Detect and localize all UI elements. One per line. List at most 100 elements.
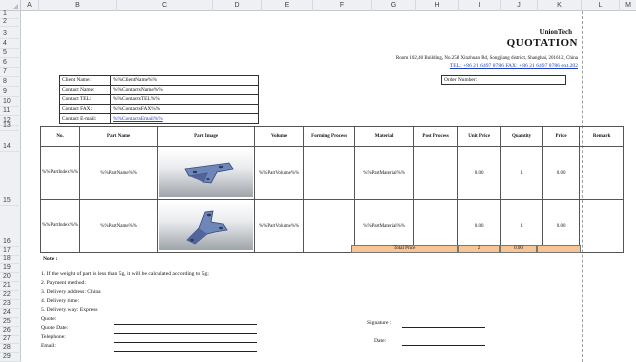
- remark-cell[interactable]: [579, 146, 625, 200]
- total-quantity[interactable]: 2: [458, 245, 500, 253]
- row-header[interactable]: 4: [0, 39, 21, 49]
- client-name-value[interactable]: %%ClientName%%: [110, 75, 259, 86]
- row-header[interactable]: 11: [0, 107, 21, 116]
- row-header[interactable]: 5: [0, 49, 21, 58]
- row-header[interactable]: 3: [0, 27, 21, 39]
- col-header-part-name[interactable]: Part Name: [79, 126, 159, 147]
- email-field[interactable]: [114, 351, 257, 352]
- total-price-row: Total Price 2 0.00: [351, 245, 581, 253]
- row-header[interactable]: 16: [0, 206, 21, 247]
- forming-process-cell[interactable]: [303, 199, 356, 253]
- client-name-label[interactable]: Client Name:: [59, 75, 111, 86]
- row-header[interactable]: 27: [0, 335, 21, 344]
- column-header-j[interactable]: J: [501, 0, 538, 11]
- date-label: Date:: [374, 338, 387, 344]
- quote-field[interactable]: [114, 324, 257, 325]
- row-header[interactable]: 9: [0, 87, 21, 97]
- part-volume-cell[interactable]: %%PartVolume%%: [254, 199, 305, 253]
- row-header[interactable]: 8: [0, 77, 21, 87]
- col-header-price[interactable]: Price: [542, 126, 581, 147]
- row-header[interactable]: 25: [0, 318, 21, 327]
- email-label: Email:: [41, 343, 56, 349]
- unit-price-cell[interactable]: 0.00: [457, 146, 502, 200]
- total-price-label[interactable]: Total Price: [351, 245, 458, 253]
- contact-email-link[interactable]: %%ContactsEmail%%: [110, 113, 259, 124]
- column-header-g[interactable]: G: [372, 0, 416, 11]
- row-header[interactable]: 21: [0, 282, 21, 291]
- row-header[interactable]: 15: [0, 152, 21, 206]
- telephone-field[interactable]: [114, 342, 257, 343]
- row-header[interactable]: 14: [0, 131, 21, 152]
- column-header-bar: A B C D E F G H I J K L M: [0, 0, 636, 11]
- signature-label: Signature :: [367, 320, 392, 326]
- column-header-m[interactable]: M: [620, 0, 636, 11]
- col-header-post-process[interactable]: Post Process: [413, 126, 459, 147]
- note-item: 4. Delivery time:: [41, 298, 80, 304]
- row-header[interactable]: 10: [0, 97, 21, 107]
- column-header-a[interactable]: A: [21, 0, 39, 11]
- total-remark-cell[interactable]: [537, 245, 581, 253]
- date-field[interactable]: [402, 345, 485, 346]
- company-phone-link[interactable]: TEL: +86 21 6497 8786 FAX: +86 21 6497 8…: [450, 63, 578, 69]
- row-header[interactable]: 6: [0, 58, 21, 68]
- column-header-i[interactable]: I: [459, 0, 501, 11]
- parts-table: No. Part Name Part Image Volume Forming …: [39, 126, 625, 253]
- signature-field[interactable]: [402, 327, 485, 328]
- post-process-cell[interactable]: [413, 146, 459, 200]
- total-price-value[interactable]: 0.00: [500, 245, 537, 253]
- quote-label: Quote:: [41, 316, 57, 322]
- col-header-no[interactable]: No.: [39, 126, 81, 147]
- note-item: 5. Delivery way: Express: [41, 307, 98, 313]
- contact-email-label[interactable]: Contact E-mail:: [59, 113, 111, 124]
- column-header-b[interactable]: B: [39, 0, 117, 11]
- row-header[interactable]: 18: [0, 255, 21, 264]
- part-volume-cell[interactable]: %%PartVolume%%: [254, 146, 305, 200]
- row-header[interactable]: 7: [0, 68, 21, 77]
- telephone-label: Telephone:: [41, 334, 66, 340]
- column-header-h[interactable]: H: [416, 0, 459, 11]
- part-index-cell[interactable]: %%PartIndex%%: [39, 199, 81, 253]
- column-header-l[interactable]: L: [582, 0, 620, 11]
- row-header[interactable]: 2: [0, 18, 21, 27]
- col-header-remark[interactable]: Remark: [579, 126, 625, 147]
- col-header-volume[interactable]: Volume: [254, 126, 305, 147]
- col-header-unit-price[interactable]: Unit Price: [457, 126, 502, 147]
- quantity-cell[interactable]: 1: [500, 146, 544, 200]
- row-header[interactable]: 28: [0, 344, 21, 353]
- part-name-cell[interactable]: %%PartName%%: [79, 146, 159, 200]
- row-header[interactable]: 20: [0, 273, 21, 282]
- row-header[interactable]: 23: [0, 300, 21, 309]
- column-header-f[interactable]: F: [313, 0, 372, 11]
- contact-tel-value[interactable]: %%ContactsTEL%%: [110, 94, 259, 105]
- part-image-cell[interactable]: [157, 146, 256, 200]
- note-item: 1. If the weight of part is less than 5g…: [41, 271, 209, 277]
- col-header-forming-process[interactable]: Forming Process: [303, 126, 356, 147]
- column-header-k[interactable]: K: [538, 0, 582, 11]
- contact-fax-value[interactable]: %%ContactsFAX%%: [110, 103, 259, 115]
- col-header-quantity[interactable]: Quantity: [500, 126, 544, 147]
- row-header[interactable]: 19: [0, 264, 21, 273]
- remark-cell[interactable]: [579, 199, 625, 253]
- column-header-c[interactable]: C: [117, 0, 213, 11]
- company-address: Room 102,40 Building, No.258 Xinzhuan Rd…: [395, 56, 578, 61]
- forming-process-cell[interactable]: [303, 146, 356, 200]
- col-header-part-image[interactable]: Part Image: [157, 126, 256, 147]
- row-header[interactable]: 29: [0, 353, 21, 362]
- part-name-cell[interactable]: %%PartName%%: [79, 199, 159, 253]
- contact-name-value[interactable]: %%ContactsName%%: [110, 84, 259, 96]
- part-image-cell[interactable]: [157, 199, 256, 253]
- price-cell[interactable]: 0.00: [542, 146, 581, 200]
- quote-date-field[interactable]: [114, 333, 257, 334]
- row-header[interactable]: 24: [0, 309, 21, 318]
- part-material-cell[interactable]: %%PartMaterial%%: [354, 146, 415, 200]
- col-header-material[interactable]: Material: [354, 126, 415, 147]
- client-info-table: Client Name: %%ClientName%% Contact Name…: [59, 75, 259, 124]
- contact-name-label[interactable]: Contact Name:: [59, 84, 111, 96]
- part-index-cell[interactable]: %%PartIndex%%: [39, 146, 81, 200]
- contact-tel-label[interactable]: Contact TEL:: [59, 94, 111, 105]
- contact-fax-label[interactable]: Contact FAX:: [59, 103, 111, 115]
- order-number-label[interactable]: Order Number:: [441, 75, 566, 85]
- column-header-d[interactable]: D: [213, 0, 262, 11]
- column-header-e[interactable]: E: [262, 0, 313, 11]
- row-header[interactable]: 22: [0, 291, 21, 300]
